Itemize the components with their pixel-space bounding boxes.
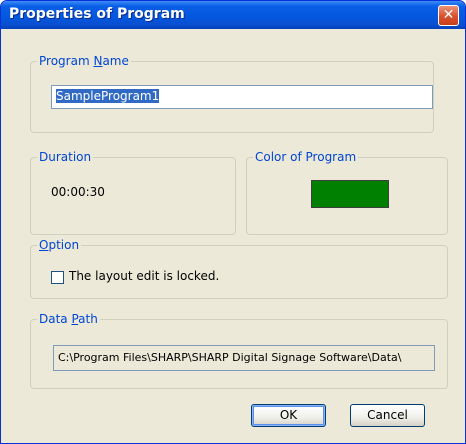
color-of-program-legend: Color of Program	[253, 150, 359, 165]
color-of-program-group: Color of Program	[246, 150, 448, 235]
data-path-field: C:\Program Files\SHARP\SHARP Digital Sig…	[53, 345, 435, 371]
layout-locked-checkbox[interactable]	[51, 271, 64, 284]
properties-dialog: Properties of Program ✕ Program Name Sam…	[0, 0, 466, 444]
program-name-input[interactable]: SampleProgram1	[51, 85, 433, 109]
cancel-button[interactable]: Cancel	[350, 404, 425, 427]
data-path-group: Data Path C:\Program Files\SHARP\SHARP D…	[30, 312, 448, 389]
title-bar: Properties of Program ✕	[1, 1, 465, 29]
window-title: Properties of Program	[9, 6, 185, 22]
program-name-value: SampleProgram1	[56, 89, 160, 103]
program-name-legend: Program Name	[37, 54, 131, 69]
ok-button[interactable]: OK	[251, 404, 326, 427]
duration-group: Duration 00:00:30	[30, 150, 236, 235]
option-legend: Option	[37, 238, 82, 253]
data-path-value: C:\Program Files\SHARP\SHARP Digital Sig…	[58, 351, 402, 364]
close-icon: ✕	[442, 7, 455, 23]
data-path-legend: Data Path	[37, 312, 100, 327]
duration-legend: Duration	[37, 150, 94, 165]
dialog-body: Program Name SampleProgram1 Duration 00:…	[5, 29, 461, 439]
layout-locked-label[interactable]: The layout edit is locked.	[69, 269, 219, 283]
duration-value: 00:00:30	[51, 185, 105, 199]
close-button[interactable]: ✕	[438, 5, 459, 26]
option-group: Option The layout edit is locked.	[30, 238, 448, 299]
program-name-group: Program Name SampleProgram1	[30, 54, 434, 133]
color-swatch[interactable]	[311, 180, 389, 208]
